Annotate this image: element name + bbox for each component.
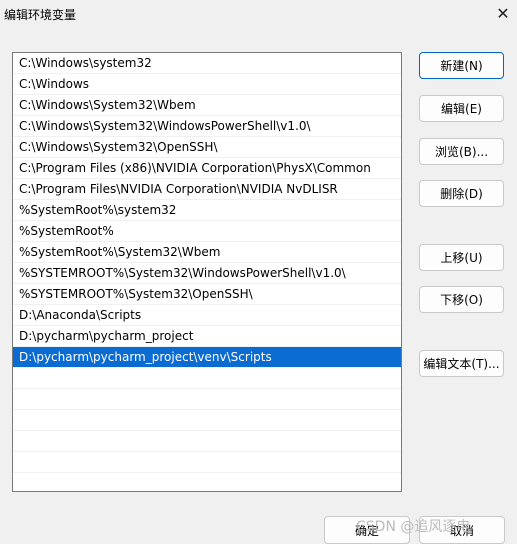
path-list-item[interactable]: C:\Windows\System32\OpenSSH\ [13, 137, 401, 158]
path-list-item[interactable]: %SystemRoot% [13, 221, 401, 242]
path-list[interactable]: C:\Windows\system32 C:\Windows C:\Windows\… [12, 52, 402, 492]
path-list-item[interactable]: D:\Anaconda\Scripts [13, 305, 401, 326]
edit-button[interactable]: 编辑(E) [419, 95, 504, 122]
empty-row [13, 389, 401, 410]
path-list-item[interactable]: C:\Program Files (x86)\NVIDIA Corporatio… [13, 158, 401, 179]
edit-text-button[interactable]: 编辑文本(T)... [419, 350, 504, 377]
close-icon[interactable]: ✕ [493, 4, 513, 24]
empty-row [13, 431, 401, 452]
cancel-button[interactable]: 取消 [419, 516, 505, 544]
path-list-item[interactable]: %SYSTEMROOT%\System32\OpenSSH\ [13, 284, 401, 305]
path-list-item[interactable]: C:\Windows\System32\WindowsPowerShell\v1… [13, 116, 401, 137]
path-list-item[interactable]: C:\Windows\system32 [13, 53, 401, 74]
ok-button[interactable]: 确定 [324, 516, 410, 544]
empty-row [13, 452, 401, 473]
path-list-item[interactable]: %SystemRoot%\System32\Wbem [13, 242, 401, 263]
move-down-button[interactable]: 下移(O) [419, 286, 504, 313]
path-list-item[interactable]: C:\Windows [13, 74, 401, 95]
path-list-item[interactable]: %SYSTEMROOT%\System32\WindowsPowerShell\… [13, 263, 401, 284]
empty-row [13, 410, 401, 431]
delete-button[interactable]: 删除(D) [419, 180, 504, 207]
empty-row [13, 473, 401, 491]
window-title: 编辑环境变量 [4, 8, 77, 22]
path-list-item[interactable]: C:\Program Files\NVIDIA Corporation\NVID… [13, 179, 401, 200]
move-up-button[interactable]: 上移(U) [419, 244, 504, 271]
empty-row [13, 368, 401, 389]
path-list-item[interactable]: C:\Windows\System32\Wbem [13, 95, 401, 116]
path-list-item[interactable]: %SystemRoot%\system32 [13, 200, 401, 221]
new-button[interactable]: 新建(N) [419, 52, 504, 79]
path-list-item[interactable]: D:\pycharm\pycharm_project [13, 326, 401, 347]
path-list-item[interactable]: D:\pycharm\pycharm_project\venv\Scripts [13, 347, 401, 368]
browse-button[interactable]: 浏览(B)... [419, 138, 504, 165]
